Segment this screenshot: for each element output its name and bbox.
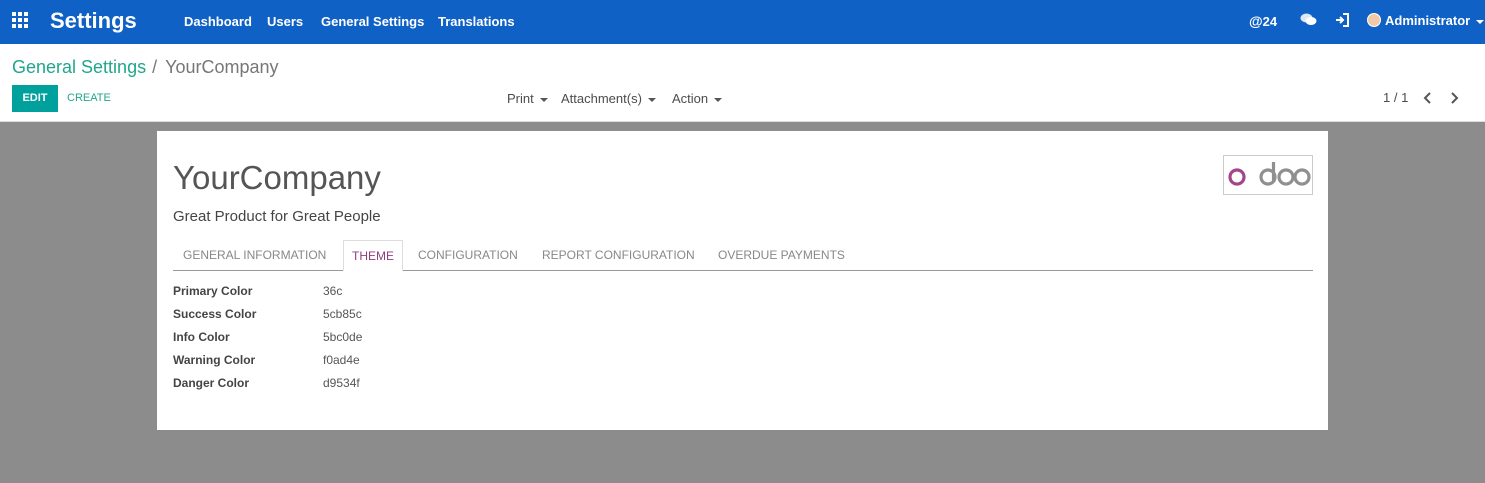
tab-report-configuration[interactable]: REPORT CONFIGURATION [542,240,695,271]
primary-color-label: Primary Color [173,284,253,298]
notifications-count: 24 [1262,14,1278,29]
company-name: YourCompany [173,159,381,196]
attachments-dropdown[interactable]: Attachment(s) [561,91,656,106]
user-menu[interactable]: Administrator [1367,13,1485,28]
danger-color-value: d9534f [323,376,360,390]
chat-bubbles-icon [1300,13,1317,25]
success-color-value: 5cb85c [323,307,362,321]
company-tagline: Great Product for Great People [173,208,381,225]
edit-button[interactable]: EDIT [12,85,58,112]
tab-general-information[interactable]: GENERAL INFORMATION [183,240,326,271]
notifications-menu[interactable]: @24 [1249,13,1277,29]
danger-color-label: Danger Color [173,376,250,390]
at-sign-icon: @ [1249,13,1263,29]
chevron-right-icon [1451,92,1459,104]
chevron-left-icon [1423,92,1431,104]
odoo-logo-icon [1228,162,1311,186]
breadcrumb-current: YourCompany [165,57,279,77]
primary-color-value: 36c [323,284,343,298]
breadcrumb: General Settings / YourCompany [12,57,279,78]
menu-translations[interactable]: Translations [438,14,515,29]
app-title: Settings [50,8,137,33]
sign-in-icon[interactable] [1335,13,1349,30]
apps-menu-icon[interactable] [12,12,30,30]
print-dropdown[interactable]: Print [507,91,548,106]
tab-overdue-payments[interactable]: OVERDUE PAYMENTS [718,240,845,271]
attachments-label: Attachment(s) [561,91,642,106]
breadcrumb-general-settings[interactable]: General Settings [12,57,146,77]
form-sheet: YourCompany Great Product for Great Peop… [157,131,1328,430]
info-color-label: Info Color [173,330,230,344]
warning-color-value: f0ad4e [323,353,360,367]
user-name: Administrator [1385,13,1471,28]
messages-menu[interactable] [1300,12,1317,30]
control-panel: General Settings / YourCompany EDIT CREATE… [0,44,1485,122]
company-logo [1223,155,1313,195]
success-color-label: Success Color [173,307,257,321]
menu-general-settings[interactable]: General Settings [321,14,424,29]
action-label: Action [672,91,709,106]
breadcrumb-separator: / [152,57,158,77]
pager-previous-button[interactable] [1418,86,1438,110]
tab-configuration[interactable]: CONFIGURATION [418,240,518,271]
create-button[interactable]: CREATE [67,92,111,104]
menu-users[interactable]: Users [267,14,303,29]
tab-theme[interactable]: THEME [343,240,403,271]
caret-down-icon [714,97,723,102]
pager-value[interactable]: 1 / 1 [1383,90,1408,105]
info-color-value: 5bc0de [323,330,363,344]
pager-next-button[interactable] [1444,86,1464,110]
caret-down-icon [1476,19,1485,24]
print-label: Print [507,91,534,106]
action-dropdown[interactable]: Action [672,91,723,106]
notebook-tabs: GENERAL INFORMATION THEME CONFIGURATION … [173,240,1313,271]
caret-down-icon [647,97,656,102]
avatar [1367,13,1381,27]
warning-color-label: Warning Color [173,353,256,367]
menu-dashboard[interactable]: Dashboard [184,14,252,29]
top-navbar: Settings Dashboard Users General Setting… [0,0,1485,44]
caret-down-icon [539,97,548,102]
